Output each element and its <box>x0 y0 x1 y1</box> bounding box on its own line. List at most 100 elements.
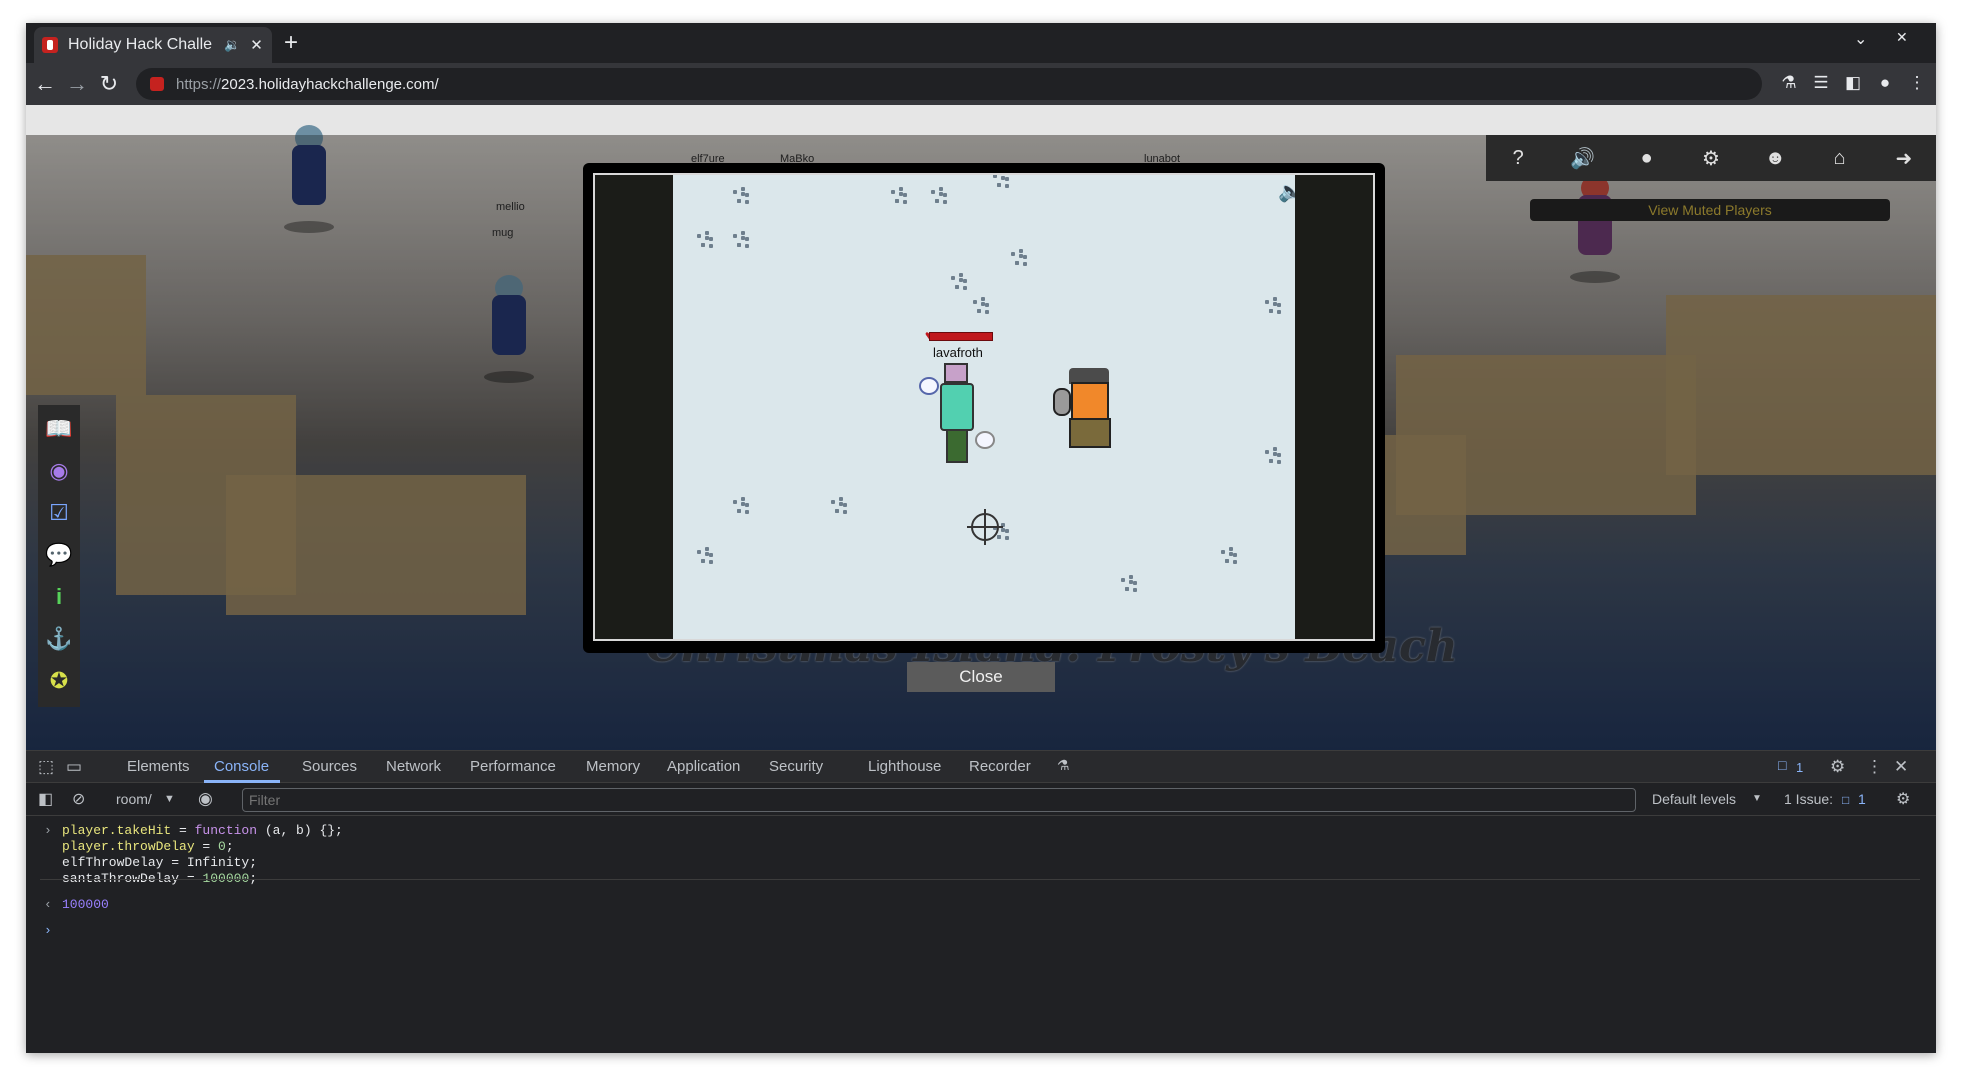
tab-network[interactable]: Network <box>386 758 441 775</box>
browser-window: Holiday Hack Challe 🔉 ✕ + ⌄ ✕ ← → ↻ http… <box>26 23 1936 1053</box>
tab-sources[interactable]: Sources <box>302 758 357 775</box>
snow-tuft <box>991 175 1011 189</box>
avatar-icon[interactable]: ☻ <box>1761 144 1789 172</box>
recorder-flask-icon: ⚗ <box>1057 757 1070 773</box>
window-close-icon[interactable]: ✕ <box>1896 29 1908 46</box>
tab-security[interactable]: Security <box>769 758 823 775</box>
console-separator <box>40 879 1920 880</box>
side-panel-icon[interactable]: ◧ <box>1842 73 1864 93</box>
address-bar[interactable]: https://2023.holidayhackchallenge.com/ <box>136 68 1762 100</box>
player-health-bar <box>929 332 993 341</box>
context-dropdown-icon[interactable]: ▼ <box>164 793 175 805</box>
levels-dropdown-icon[interactable]: ▼ <box>1752 793 1762 804</box>
inspect-element-icon[interactable]: ⬚ <box>38 757 54 777</box>
snow-tuft <box>971 297 991 315</box>
context-selector[interactable]: room/ <box>116 791 152 807</box>
profile-icon[interactable]: ● <box>1874 73 1896 93</box>
tab-close-icon[interactable]: ✕ <box>250 36 263 54</box>
modal-close-button[interactable]: Close <box>907 662 1055 692</box>
player-name-label: lavafroth <box>933 345 983 360</box>
active-tab-indicator <box>204 780 280 783</box>
console-output[interactable]: › player.takeHit = function (a, b) {}; p… <box>26 817 1936 1053</box>
new-tab-button[interactable]: + <box>284 29 298 57</box>
snow-tuft <box>1009 249 1029 267</box>
badge-icon[interactable]: ✪ <box>45 667 73 695</box>
crosshair-icon[interactable] <box>967 509 1003 545</box>
book-icon[interactable]: 📖 <box>45 415 73 443</box>
snowball <box>919 377 939 395</box>
labs-flask-icon[interactable]: ⚗ <box>1778 73 1800 93</box>
tab-performance[interactable]: Performance <box>470 758 556 775</box>
console-settings-icon[interactable]: ⚙ <box>1896 789 1910 809</box>
tab-recorder[interactable]: Recorder <box>969 758 1031 775</box>
browser-menu-icon[interactable]: ⋮ <box>1906 73 1928 93</box>
devtools-panel: ⬚ ▭ Elements Console Sources Network Per… <box>26 750 1936 1053</box>
home-icon[interactable]: ⌂ <box>1826 144 1854 172</box>
device-toolbar-icon[interactable]: ▭ <box>66 757 82 777</box>
discord-icon[interactable]: ● <box>1633 144 1661 172</box>
browser-toolbar: ← → ↻ https://2023.holidayhackchallenge.… <box>26 63 1936 105</box>
issues-message-icon[interactable]: □ <box>1778 757 1786 773</box>
snow-tuft <box>731 497 751 515</box>
media-controls-icon[interactable]: ☰ <box>1810 73 1832 93</box>
snow-tuft <box>695 547 715 565</box>
tab-elements[interactable]: Elements <box>127 758 190 775</box>
page-viewport: elf7ure MaBko lunabot mellio mug 📖 ◉ ☑ 💬… <box>26 105 1936 750</box>
snowball-game-field[interactable]: 🔈 ♥ lavafroth <box>673 175 1295 639</box>
url-scheme: https:// <box>176 75 222 93</box>
info-icon[interactable]: i <box>45 583 73 611</box>
reload-icon[interactable]: ↻ <box>96 71 122 97</box>
snow-tuft <box>1263 297 1283 315</box>
tab-search-chevron-icon[interactable]: ⌄ <box>1854 29 1867 49</box>
logout-icon[interactable]: ➜ <box>1890 144 1918 172</box>
issues-message-icon[interactable]: □ <box>1842 793 1849 807</box>
log-levels-dropdown[interactable]: Default levels <box>1652 791 1736 807</box>
live-expression-eye-icon[interactable]: ◉ <box>198 789 213 809</box>
tab-application[interactable]: Application <box>667 758 740 775</box>
game-sound-icon[interactable]: 🔈 <box>1278 179 1295 204</box>
elf-opponent <box>1053 368 1125 450</box>
devtools-close-icon[interactable]: ✕ <box>1894 757 1908 777</box>
issues-label[interactable]: 1 Issue: <box>1784 791 1833 807</box>
issues-badge-count[interactable]: 1 <box>1796 760 1803 775</box>
console-filterbar: ◧ ⊘ room/ ▼ ◉ Default levels ▼ 1 Issue: … <box>26 784 1936 816</box>
player-character <box>938 363 980 465</box>
map-pin-icon[interactable]: ◉ <box>45 457 73 485</box>
snow-tuft <box>1119 575 1139 593</box>
snowball <box>975 431 995 449</box>
settings-gear-icon[interactable]: ⚙ <box>1697 144 1725 172</box>
console-filter-input[interactable] <box>242 788 1636 812</box>
help-icon[interactable]: ? <box>1504 144 1532 172</box>
devtools-settings-icon[interactable]: ⚙ <box>1830 757 1845 777</box>
back-arrow-icon[interactable]: ← <box>32 71 58 97</box>
devtools-menu-icon[interactable]: ⋮ <box>1866 757 1883 777</box>
snow-tuft <box>949 273 969 291</box>
checklist-icon[interactable]: ☑ <box>45 499 73 527</box>
sidebar-toggle-icon[interactable]: ◧ <box>38 789 53 809</box>
issues-count[interactable]: 1 <box>1858 791 1866 807</box>
browser-tab-active[interactable]: Holiday Hack Challe 🔉 ✕ <box>34 27 272 63</box>
tab-strip: Holiday Hack Challe 🔉 ✕ + ⌄ ✕ <box>26 23 1936 63</box>
game-top-menu: ? 🔊 ● ⚙ ☻ ⌂ ➜ <box>1486 135 1936 181</box>
console-input-line: player.takeHit = function (a, b) {}; <box>62 823 343 838</box>
game-side-menu: 📖 ◉ ☑ 💬 i ⚓ ✪ <box>38 405 80 707</box>
tab-lighthouse[interactable]: Lighthouse <box>868 758 941 775</box>
tab-memory[interactable]: Memory <box>586 758 640 775</box>
snow-tuft <box>1219 547 1239 565</box>
snow-tuft <box>929 187 949 205</box>
console-input-line: player.throwDelay = 0; <box>62 839 234 854</box>
input-chevron-icon: › <box>44 823 52 838</box>
console-prompt-icon[interactable]: › <box>44 923 52 938</box>
site-favicon-icon <box>42 37 58 53</box>
tab-console[interactable]: Console <box>214 758 269 775</box>
forward-arrow-icon[interactable]: → <box>64 71 90 97</box>
tab-audio-icon[interactable]: 🔉 <box>224 37 240 53</box>
clear-console-icon[interactable]: ⊘ <box>72 789 85 809</box>
console-result[interactable]: 100000 <box>62 897 109 912</box>
snow-tuft <box>731 231 751 249</box>
anchor-icon[interactable]: ⚓ <box>45 625 73 653</box>
chat-icon[interactable]: 💬 <box>45 541 73 569</box>
view-muted-players-button[interactable]: View Muted Players <box>1530 199 1890 221</box>
site-info-icon[interactable] <box>150 77 164 91</box>
sound-icon[interactable]: 🔊 <box>1568 144 1596 172</box>
